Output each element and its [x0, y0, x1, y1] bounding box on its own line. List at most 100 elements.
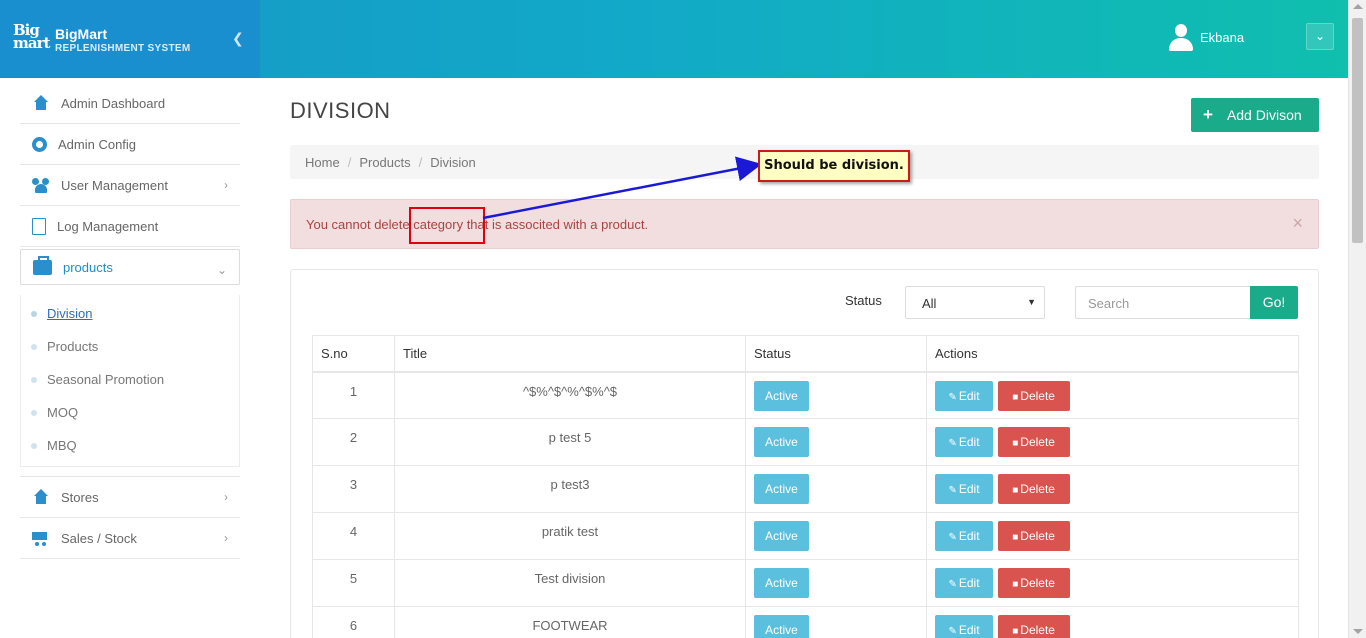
cell-status: Active — [745, 606, 927, 638]
breadcrumb-division: Division — [430, 154, 476, 170]
close-icon[interactable]: × — [1292, 214, 1303, 232]
table-row: 4 pratik test Active ✎ Edit ■ Delete — [312, 512, 1299, 560]
edit-button[interactable]: ✎ Edit — [935, 380, 993, 411]
edit-label: Edit — [958, 623, 980, 637]
edit-button[interactable]: ✎ Edit — [935, 427, 993, 457]
search-go-button[interactable]: Go! — [1250, 286, 1298, 319]
status-badge[interactable]: Active — [754, 615, 809, 638]
edit-icon: ✎ — [948, 579, 957, 590]
submenu-item-products[interactable]: Products — [21, 330, 239, 363]
status-badge[interactable]: Active — [754, 380, 809, 411]
submenu-item-division[interactable]: Division — [21, 297, 239, 330]
cell-actions: ✎ Edit ■ Delete — [926, 418, 1299, 466]
delete-label: Delete — [1020, 435, 1055, 449]
status-filter-label: Status — [845, 293, 882, 308]
scrollbar[interactable] — [1348, 0, 1366, 638]
chevron-right-icon: › — [224, 178, 228, 192]
user-menu[interactable]: Ekbana — [1168, 22, 1244, 52]
users-icon — [32, 177, 50, 193]
sidebar-collapse-icon[interactable]: ❮ — [232, 30, 244, 47]
submenu-item-mbq[interactable]: MBQ — [21, 429, 239, 462]
cell-status: Active — [745, 559, 927, 607]
sidebar-item-products[interactable]: products ⌄ — [20, 249, 240, 285]
sidebar-item-user-management[interactable]: User Management › — [20, 165, 240, 206]
breadcrumb-home[interactable]: Home — [305, 155, 340, 170]
trash-icon: ■ — [1012, 626, 1019, 637]
cell-sno: 6 — [312, 606, 395, 638]
delete-button[interactable]: ■ Delete — [997, 380, 1070, 411]
edit-icon: ✎ — [948, 485, 957, 496]
trash-icon: ■ — [1012, 391, 1019, 403]
add-division-button[interactable]: + Add Divison — [1191, 98, 1319, 132]
delete-button[interactable]: ■ Delete — [997, 521, 1070, 551]
table-row: 3 p test3 Active ✎ Edit ■ Delete — [312, 465, 1299, 513]
bullet-icon — [31, 442, 37, 449]
cell-title: ^$%^$^%^$%^$ — [394, 371, 746, 419]
edit-button[interactable]: ✎ Edit — [935, 568, 993, 598]
user-dropdown-toggle[interactable]: ⌄ — [1306, 23, 1334, 50]
scroll-up-icon[interactable] — [1353, 4, 1363, 9]
cell-actions: ✎ Edit ■ Delete — [926, 512, 1299, 560]
delete-button[interactable]: ■ Delete — [997, 615, 1070, 638]
column-header-title[interactable]: Title — [394, 335, 746, 373]
sidebar-item-label: Admin Dashboard — [61, 95, 166, 111]
edit-label: Edit — [958, 435, 980, 449]
table-header-row: S.no Title Status Actions — [312, 335, 1299, 373]
cell-sno: 5 — [312, 559, 395, 607]
cell-title: p test 5 — [394, 418, 746, 466]
status-badge[interactable]: Active — [754, 427, 809, 457]
brand[interactable]: Big mart BigMart REPLENISHMENT SYSTEM ❮ — [0, 0, 260, 78]
delete-button[interactable]: ■ Delete — [997, 568, 1070, 598]
trash-icon: ■ — [1012, 485, 1019, 496]
gear-icon — [32, 136, 47, 152]
plus-icon: + — [1203, 105, 1213, 124]
search-placeholder: Search — [1088, 296, 1130, 311]
breadcrumb-products[interactable]: Products — [359, 155, 410, 170]
chevron-down-icon: ⌄ — [216, 263, 227, 277]
cell-actions: ✎ Edit ■ Delete — [926, 559, 1299, 607]
cell-title: p test3 — [394, 465, 746, 513]
cell-status: Active — [745, 512, 927, 560]
column-header-sno[interactable]: S.no — [312, 335, 395, 373]
submenu-item-seasonal-promotion[interactable]: Seasonal Promotion — [21, 363, 239, 396]
table-row: 1 ^$%^$^%^$%^$ Active ✎ Edit ■ Delete — [312, 371, 1299, 419]
top-bar: Big mart BigMart REPLENISHMENT SYSTEM ❮ … — [0, 0, 1348, 78]
edit-button[interactable]: ✎ Edit — [935, 474, 993, 504]
scroll-down-icon[interactable] — [1353, 629, 1363, 634]
search-input[interactable]: Search — [1075, 286, 1251, 319]
edit-button[interactable]: ✎ Edit — [935, 615, 993, 638]
sidebar-item-label: products — [63, 259, 113, 275]
status-badge[interactable]: Active — [754, 568, 809, 598]
caret-down-icon: ▼ — [1027, 297, 1036, 307]
edit-icon: ✎ — [948, 438, 957, 449]
submenu-label: MOQ — [47, 405, 79, 420]
add-division-label: Add Divison — [1226, 107, 1302, 123]
edit-button[interactable]: ✎ Edit — [935, 521, 993, 551]
logo-bottom-text: mart — [13, 34, 50, 52]
user-name: Ekbana — [1200, 29, 1245, 45]
cell-actions: ✎ Edit ■ Delete — [926, 465, 1299, 513]
sidebar-item-log-management[interactable]: Log Management — [20, 206, 240, 247]
edit-label: Edit — [958, 482, 980, 496]
column-header-status[interactable]: Status — [745, 335, 927, 373]
sidebar-item-admin-dashboard[interactable]: Admin Dashboard — [20, 83, 240, 124]
status-badge[interactable]: Active — [754, 521, 809, 551]
delete-label: Delete — [1020, 576, 1055, 590]
user-icon — [1168, 23, 1194, 51]
sidebar-item-admin-config[interactable]: Admin Config — [20, 124, 240, 165]
cell-sno: 4 — [312, 512, 395, 560]
sidebar-item-sales-stock[interactable]: Sales / Stock › — [20, 518, 240, 559]
submenu-item-moq[interactable]: MOQ — [21, 396, 239, 429]
delete-button[interactable]: ■ Delete — [997, 427, 1070, 457]
status-filter-select[interactable]: All ▼ — [905, 286, 1045, 319]
status-badge[interactable]: Active — [754, 474, 809, 504]
delete-label: Delete — [1020, 623, 1055, 637]
sidebar-item-stores[interactable]: Stores › — [20, 477, 240, 518]
bullet-icon — [31, 343, 37, 350]
sidebar-item-label: Log Management — [57, 218, 159, 234]
bigmart-logo: Big mart — [13, 23, 51, 53]
scroll-thumb[interactable] — [1352, 18, 1363, 243]
delete-button[interactable]: ■ Delete — [997, 474, 1070, 504]
chevron-down-icon: ⌄ — [1314, 29, 1326, 43]
trash-icon: ■ — [1012, 438, 1019, 449]
